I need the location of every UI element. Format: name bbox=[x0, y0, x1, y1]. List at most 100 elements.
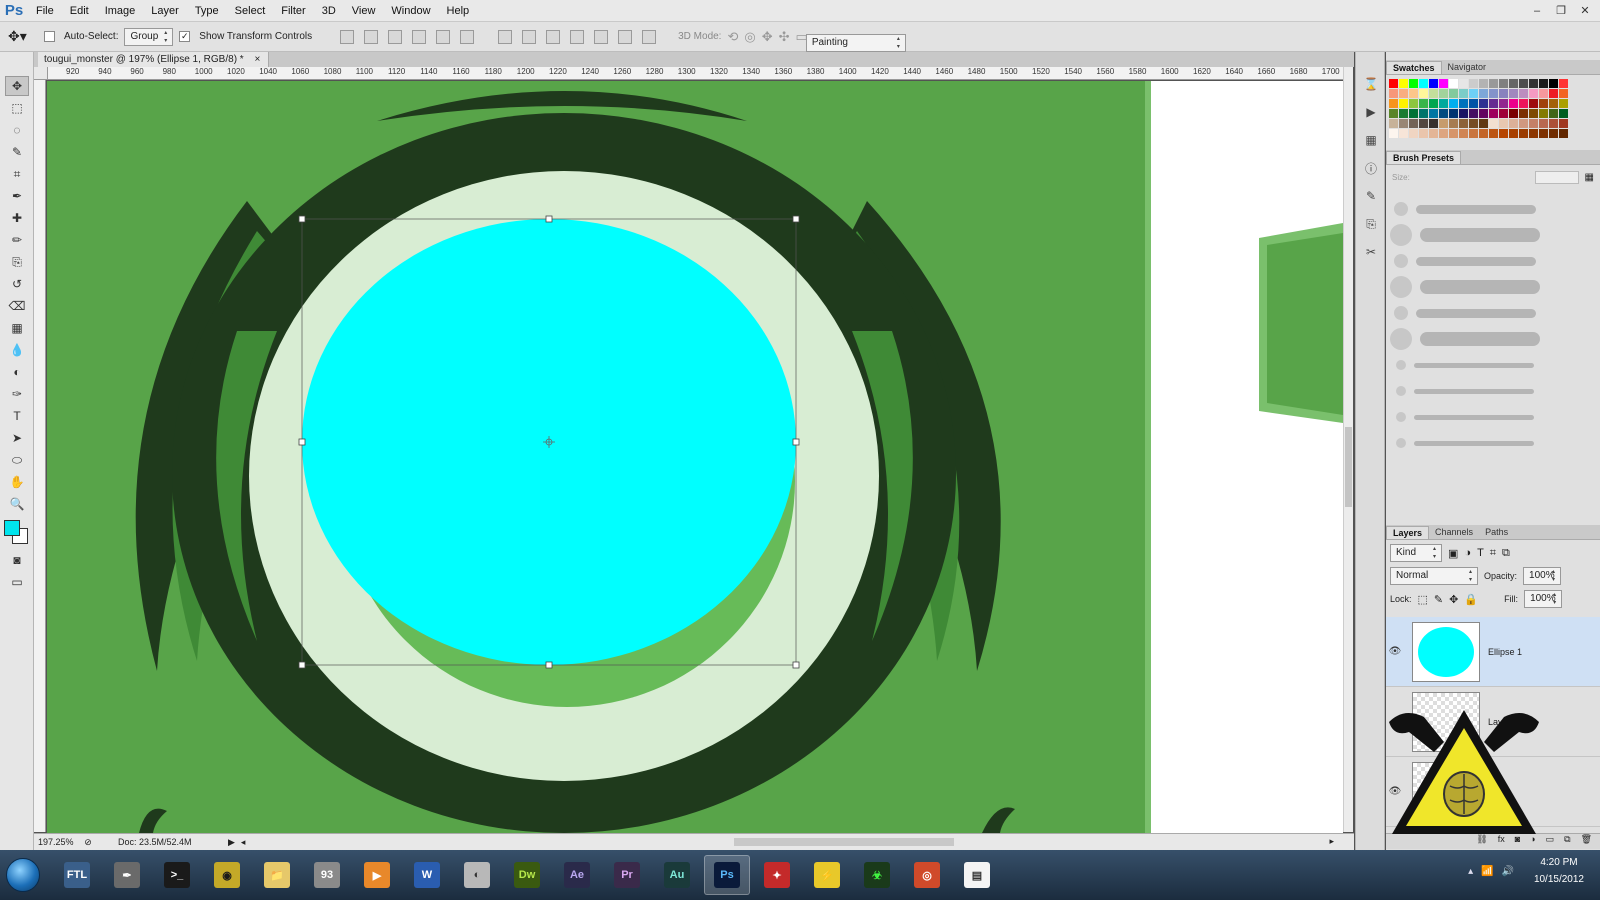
lock-all-icon[interactable]: 🔒 bbox=[1464, 593, 1478, 606]
color-swatch[interactable] bbox=[1559, 89, 1568, 98]
color-swatch[interactable] bbox=[1459, 129, 1468, 138]
color-swatch[interactable] bbox=[1399, 89, 1408, 98]
color-swatch[interactable] bbox=[1439, 89, 1448, 98]
color-swatch[interactable] bbox=[1439, 99, 1448, 108]
color-swatch[interactable] bbox=[1399, 129, 1408, 138]
color-swatch[interactable] bbox=[1519, 99, 1528, 108]
actions-panel-icon[interactable]: ▶ bbox=[1360, 102, 1382, 122]
color-swatch[interactable] bbox=[1539, 119, 1548, 128]
history-brush-tool-icon[interactable]: ↺ bbox=[5, 274, 29, 294]
color-swatch[interactable] bbox=[1459, 89, 1468, 98]
taskbar-terminal-button[interactable]: >_ bbox=[154, 855, 200, 895]
info-panel-icon[interactable]: ⓘ bbox=[1360, 158, 1382, 178]
distribute-vcenter-icon[interactable] bbox=[522, 29, 537, 44]
color-swatch[interactable] bbox=[1549, 129, 1558, 138]
restore-button[interactable]: ❐ bbox=[1550, 2, 1572, 19]
color-swatch[interactable] bbox=[1499, 119, 1508, 128]
taskbar-chrome-button[interactable]: ◎ bbox=[904, 855, 950, 895]
color-swatch[interactable] bbox=[1509, 89, 1518, 98]
menu-view[interactable]: View bbox=[344, 0, 384, 22]
color-swatch[interactable] bbox=[1479, 119, 1488, 128]
color-swatch[interactable] bbox=[1389, 109, 1398, 118]
color-swatch[interactable] bbox=[1529, 99, 1538, 108]
color-swatch[interactable] bbox=[1559, 79, 1568, 88]
taskbar-dreamweaver-button[interactable]: Dw bbox=[504, 855, 550, 895]
color-swatch[interactable] bbox=[1389, 89, 1398, 98]
color-swatch[interactable] bbox=[1429, 129, 1438, 138]
color-swatch[interactable] bbox=[1429, 89, 1438, 98]
color-swatch[interactable] bbox=[1499, 129, 1508, 138]
brush-preset[interactable] bbox=[1386, 352, 1600, 378]
color-swatch[interactable] bbox=[1549, 99, 1558, 108]
color-swatch[interactable] bbox=[1459, 79, 1468, 88]
lock-pixels-icon[interactable]: ✎ bbox=[1434, 593, 1443, 606]
path-select-tool-icon[interactable]: ➤ bbox=[5, 428, 29, 448]
color-swatch[interactable] bbox=[1469, 99, 1478, 108]
color-swatch[interactable] bbox=[1479, 129, 1488, 138]
close-tab-icon[interactable]: × bbox=[254, 54, 260, 65]
ruler-origin[interactable] bbox=[34, 67, 48, 80]
color-swatch[interactable] bbox=[1419, 109, 1428, 118]
color-swatch[interactable] bbox=[1409, 79, 1418, 88]
color-swatch[interactable] bbox=[1459, 119, 1468, 128]
show-transform-checkbox[interactable]: ✓ bbox=[179, 31, 191, 42]
color-swatch[interactable] bbox=[1499, 109, 1508, 118]
brush-preset[interactable] bbox=[1386, 196, 1600, 222]
minimize-button[interactable]: – bbox=[1526, 2, 1548, 19]
color-swatch[interactable] bbox=[1499, 99, 1508, 108]
blur-tool-icon[interactable]: 💧 bbox=[5, 340, 29, 360]
taskbar-yellow-app-button[interactable]: ⚡ bbox=[804, 855, 850, 895]
taskbar-premiere-button[interactable]: Pr bbox=[604, 855, 650, 895]
volume-icon[interactable]: 🔊 bbox=[1502, 866, 1514, 877]
3d-slide-icon[interactable]: ✣ bbox=[779, 29, 790, 45]
lock-transparent-icon[interactable]: ⬚ bbox=[1418, 593, 1428, 606]
color-swatch[interactable] bbox=[1539, 129, 1548, 138]
color-swatch[interactable] bbox=[1429, 79, 1438, 88]
color-swatch[interactable] bbox=[1509, 129, 1518, 138]
swatches-grid[interactable] bbox=[1386, 75, 1600, 142]
tool-presets-panel-icon[interactable]: ✂ bbox=[1360, 242, 1382, 262]
color-swatch[interactable] bbox=[1409, 109, 1418, 118]
color-swatch[interactable] bbox=[1419, 119, 1428, 128]
workspace-dropdown[interactable]: Painting bbox=[805, 33, 906, 52]
gradient-tool-icon[interactable]: ▦ bbox=[5, 318, 29, 338]
delete-layer-icon[interactable]: 🗑 bbox=[1581, 834, 1592, 849]
color-swatch[interactable] bbox=[1469, 119, 1478, 128]
tab-brush-presets[interactable]: Brush Presets bbox=[1386, 151, 1462, 164]
lock-position-icon[interactable]: ✥ bbox=[1449, 593, 1458, 606]
brush-preset[interactable] bbox=[1386, 274, 1600, 300]
taskbar-media-button[interactable]: ▶ bbox=[354, 855, 400, 895]
tab-paths[interactable]: Paths bbox=[1479, 526, 1514, 539]
hand-tool-icon[interactable]: ✋ bbox=[5, 472, 29, 492]
color-swatch[interactable] bbox=[1399, 119, 1408, 128]
color-swatch[interactable] bbox=[1509, 79, 1518, 88]
tray-arrow-icon[interactable]: ▴ bbox=[1468, 866, 1473, 877]
brush-preset[interactable] bbox=[1386, 326, 1600, 352]
color-swatch[interactable] bbox=[1459, 109, 1468, 118]
color-swatch[interactable] bbox=[1469, 129, 1478, 138]
stamp-tool-icon[interactable]: ⎘ bbox=[5, 252, 29, 272]
menu-edit[interactable]: Edit bbox=[62, 0, 97, 22]
taskbar-wifi-button[interactable]: ◉ bbox=[204, 855, 250, 895]
color-swatch[interactable] bbox=[1489, 119, 1498, 128]
align-bottom-icon[interactable] bbox=[388, 29, 403, 44]
color-swatch[interactable] bbox=[1489, 129, 1498, 138]
close-button[interactable]: ✕ bbox=[1574, 2, 1596, 19]
color-swatch[interactable] bbox=[1559, 129, 1568, 138]
horizontal-scroll-thumb[interactable] bbox=[734, 838, 954, 846]
color-swatch[interactable] bbox=[1529, 89, 1538, 98]
vertical-ruler[interactable] bbox=[34, 80, 46, 832]
color-swatch[interactable] bbox=[1429, 109, 1438, 118]
color-swatch[interactable] bbox=[1479, 99, 1488, 108]
taskbar-photoshop-button[interactable]: Ps bbox=[704, 855, 750, 895]
adjustments-panel-icon[interactable]: ▦ bbox=[1360, 130, 1382, 150]
color-swatch[interactable] bbox=[1449, 129, 1458, 138]
color-swatch[interactable] bbox=[1389, 99, 1398, 108]
color-swatch[interactable] bbox=[1489, 89, 1498, 98]
brush-preset[interactable] bbox=[1386, 248, 1600, 274]
marquee-tool-icon[interactable]: ⬚ bbox=[5, 98, 29, 118]
fill-field[interactable]: 100% bbox=[1524, 590, 1563, 608]
tab-swatches[interactable]: Swatches bbox=[1386, 61, 1442, 74]
clone-source-panel-icon[interactable]: ⎘ bbox=[1360, 214, 1382, 234]
distribute-left-icon[interactable] bbox=[570, 29, 585, 44]
